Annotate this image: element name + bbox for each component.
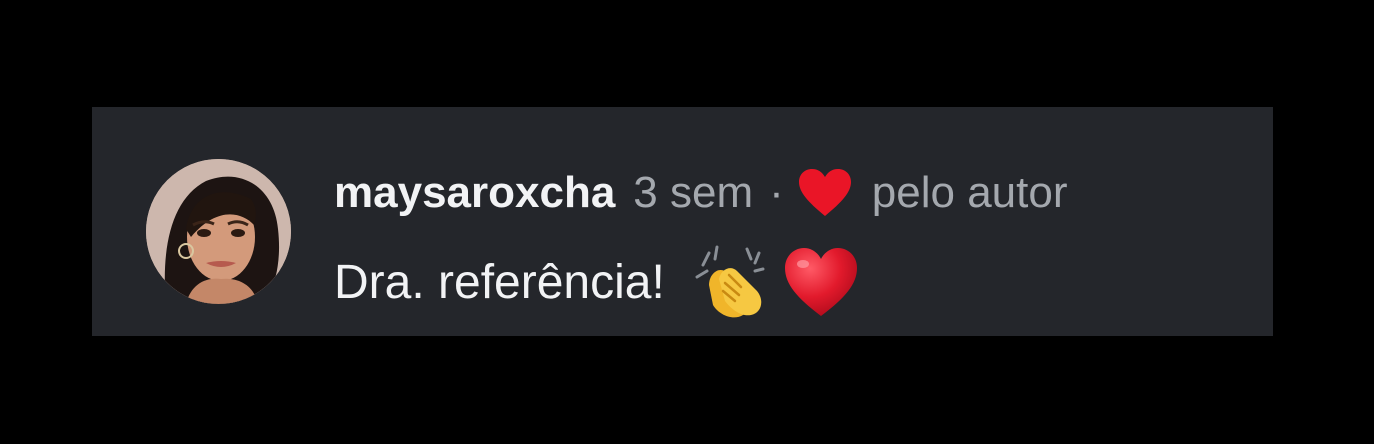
comment-header: maysaroxcha 3 sem · pelo autor bbox=[334, 165, 1067, 221]
liked-by-author-heart-icon bbox=[798, 168, 852, 218]
comment-card: maysaroxcha 3 sem · pelo autor Dra. refe… bbox=[92, 107, 1273, 336]
liked-by-author-label: pelo autor bbox=[871, 168, 1068, 217]
comment-body: Dra. referência! bbox=[334, 245, 859, 319]
comment-timestamp: 3 sem bbox=[633, 168, 754, 217]
clapping-hands-icon bbox=[695, 245, 769, 319]
comment-text: Dra. referência! bbox=[334, 255, 665, 309]
username-link[interactable]: maysaroxcha bbox=[334, 165, 615, 221]
red-heart-icon bbox=[783, 246, 859, 318]
separator-dot: · bbox=[769, 168, 784, 217]
avatar[interactable] bbox=[146, 159, 291, 304]
